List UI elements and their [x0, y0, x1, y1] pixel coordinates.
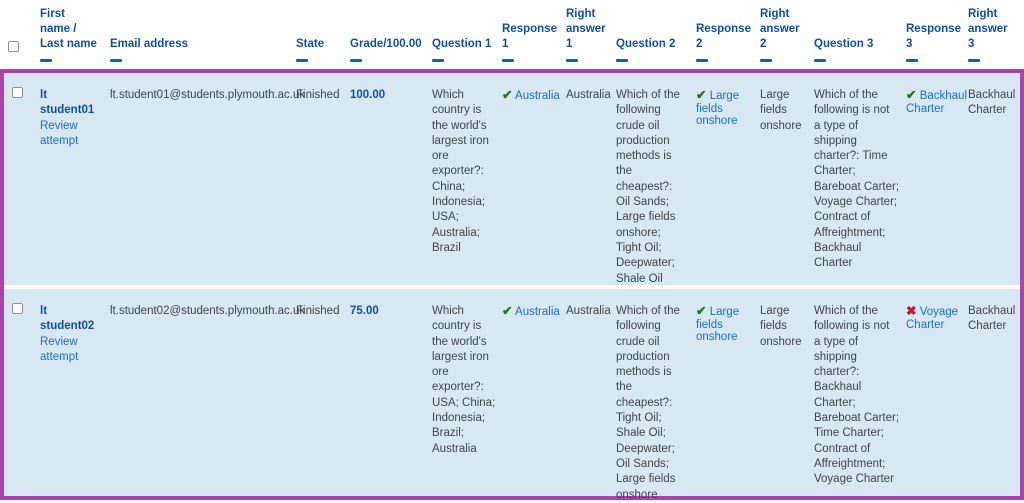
column-header-label: State — [296, 38, 325, 50]
question-1-cell: Which country is the world's largest iro… — [432, 89, 489, 254]
response-1-cell: ✔ Australia — [502, 304, 564, 319]
response-2-cell: ✔ Large fields onshore — [696, 88, 758, 127]
email-cell: lt.student02@students.plymouth.ac.uk — [110, 305, 306, 317]
column-header-label: Email address — [110, 38, 188, 50]
column-header-question1[interactable]: Question 1 — [432, 37, 500, 52]
right-answer-2-cell: Large fields onshore — [760, 89, 802, 132]
sort-indicator-response3[interactable] — [906, 59, 918, 62]
right-answer-1-cell: Australia — [566, 305, 611, 317]
sort-indicator-rightanswer1[interactable] — [566, 59, 578, 62]
sort-indicator-question3[interactable] — [814, 59, 826, 62]
sort-indicator-email[interactable] — [110, 59, 122, 62]
correct-tick-icon: ✔ — [906, 88, 917, 102]
column-header-question3[interactable]: Question 3 — [814, 37, 902, 52]
column-header-rightanswer3[interactable]: Right answer 3 — [968, 7, 1016, 52]
column-header-label: Right answer 3 — [968, 8, 1008, 50]
table-row: lt student02 Review attempt lt.student02@s… — [4, 289, 1020, 501]
question-2-cell: Which of the following crude oil product… — [616, 89, 680, 285]
question-3-cell: Which of the following is not a type of … — [814, 305, 900, 486]
column-header-rightanswer1[interactable]: Right answer 1 — [566, 7, 614, 52]
correct-tick-icon: ✔ — [696, 88, 707, 102]
row-select-checkbox-wrap[interactable] — [12, 303, 23, 314]
correct-tick-icon: ✔ — [696, 304, 707, 318]
column-header-label: Question 1 — [432, 38, 492, 50]
right-answer-3-cell: Backhaul Charter — [968, 89, 1016, 117]
right-answer-2-cell: Large fields onshore — [760, 305, 802, 348]
sort-indicator-question1[interactable] — [432, 59, 444, 62]
select-all-checkbox[interactable] — [8, 41, 19, 52]
column-header-email[interactable]: Email address — [110, 37, 295, 52]
response-3-cell: ✖ Voyage Charter — [906, 304, 968, 331]
column-header-response1[interactable]: Response 1 — [502, 22, 564, 52]
response-1-link[interactable]: Australia — [515, 306, 560, 318]
sort-indicator-response1[interactable] — [502, 59, 514, 62]
row-select-checkbox[interactable] — [12, 303, 23, 314]
grade-cell: 75.00 — [350, 305, 379, 317]
incorrect-cross-icon: ✖ — [906, 304, 917, 318]
question-2-cell: Which of the following crude oil product… — [616, 305, 680, 501]
table-body: lt student01 Review attempt lt.student01@s… — [4, 73, 1020, 501]
right-answer-3-cell: Backhaul Charter — [968, 305, 1016, 333]
column-header-label: Response 3 — [906, 23, 961, 50]
correct-tick-icon: ✔ — [502, 88, 513, 102]
sort-indicator-rightanswer2[interactable] — [760, 59, 772, 62]
response-2-cell: ✔ Large fields onshore — [696, 304, 758, 343]
select-all-checkbox-wrap[interactable] — [8, 41, 19, 52]
column-header-label: Response 2 — [696, 23, 751, 50]
correct-tick-icon: ✔ — [502, 304, 513, 318]
sort-indicator-name[interactable] — [40, 59, 52, 62]
state-cell: Finished — [296, 89, 340, 101]
row-select-checkbox[interactable] — [12, 87, 23, 98]
sort-indicator-response2[interactable] — [696, 59, 708, 62]
row-select-checkbox-wrap[interactable] — [12, 87, 23, 98]
column-header-label: Question 2 — [616, 38, 676, 50]
column-header-label: Grade/100.00 — [350, 38, 422, 50]
quiz-responses-report: First name / Last name Email address State… — [0, 0, 1024, 501]
student-name-cell: lt student01 Review attempt — [40, 88, 106, 149]
column-header-question2[interactable]: Question 2 — [616, 37, 684, 52]
student-name-link[interactable]: lt student01 — [40, 88, 106, 119]
response-1-link[interactable]: Australia — [515, 90, 560, 102]
sort-indicator-rightanswer3[interactable] — [968, 59, 980, 62]
response-3-cell: ✔ Backhaul Charter — [906, 88, 968, 115]
column-header-state[interactable]: State — [296, 37, 348, 52]
email-cell: lt.student01@students.plymouth.ac.uk — [110, 89, 306, 101]
response-1-cell: ✔ Australia — [502, 88, 564, 103]
sort-indicator-question2[interactable] — [616, 59, 628, 62]
column-header-grade[interactable]: Grade/100.00 — [350, 37, 428, 52]
column-header-label: Right answer 2 — [760, 8, 800, 50]
right-answer-1-cell: Australia — [566, 89, 611, 101]
highlighted-results-region: lt student01 Review attempt lt.student01@s… — [0, 69, 1024, 501]
student-name-cell: lt student02 Review attempt — [40, 304, 106, 365]
column-header-label: First name / Last name — [40, 8, 97, 50]
review-attempt-link[interactable]: Review attempt — [40, 119, 106, 150]
review-attempt-link[interactable]: Review attempt — [40, 335, 106, 366]
column-header-label: Question 3 — [814, 38, 874, 50]
column-header-name[interactable]: First name / Last name — [40, 7, 106, 52]
table-header-row: First name / Last name Email address State… — [0, 0, 1024, 69]
question-1-cell: Which country is the world's largest iro… — [432, 305, 496, 455]
student-name-link[interactable]: lt student02 — [40, 304, 106, 335]
column-header-label: Right answer 1 — [566, 8, 606, 50]
column-header-response2[interactable]: Response 2 — [696, 22, 758, 52]
sort-indicator-state[interactable] — [296, 59, 308, 62]
sort-indicator-grade[interactable] — [350, 59, 362, 62]
column-header-response3[interactable]: Response 3 — [906, 22, 968, 52]
table-row: lt student01 Review attempt lt.student01@s… — [4, 73, 1020, 285]
column-header-label: Response 1 — [502, 23, 557, 50]
question-3-cell: Which of the following is not a type of … — [814, 89, 900, 270]
response-3-link[interactable]: Backhaul Charter — [906, 90, 967, 115]
state-cell: Finished — [296, 305, 340, 317]
grade-cell: 100.00 — [350, 89, 386, 101]
column-header-rightanswer2[interactable]: Right answer 2 — [760, 7, 808, 52]
